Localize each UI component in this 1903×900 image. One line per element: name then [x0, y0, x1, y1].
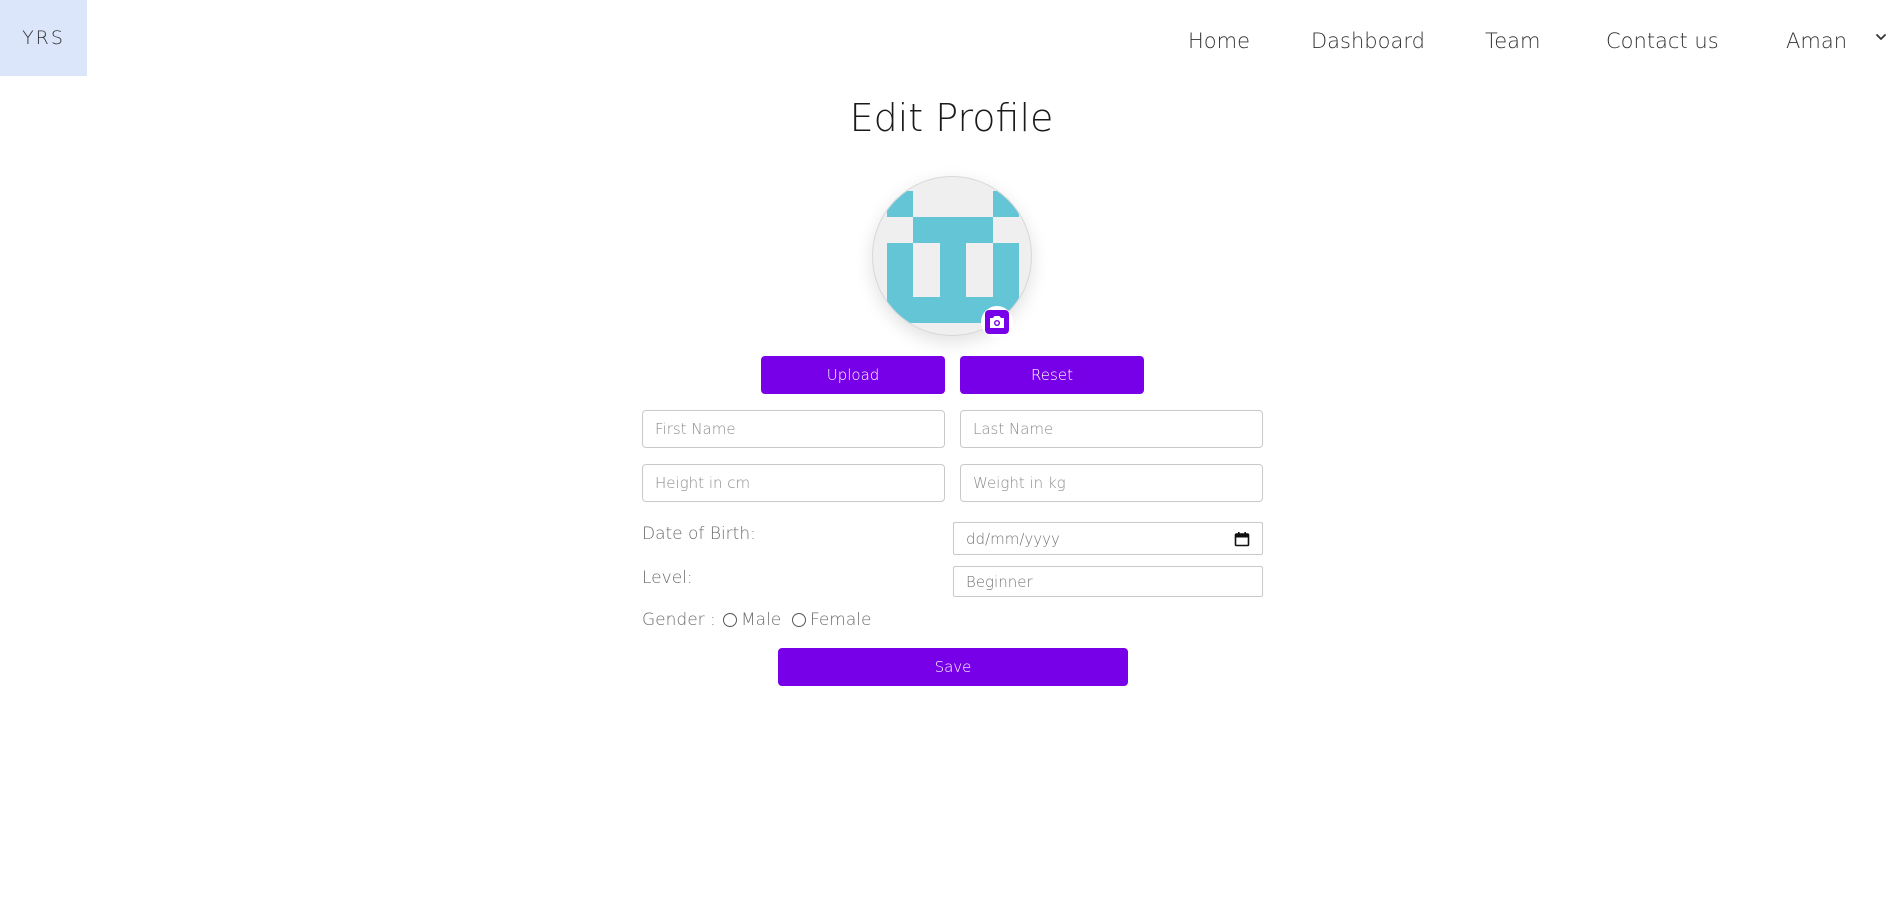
first-name-field[interactable] [642, 410, 945, 448]
nav-contact-us[interactable]: Contact us [1606, 29, 1719, 53]
camera-icon [985, 310, 1009, 334]
calendar-icon[interactable] [1234, 531, 1250, 547]
user-menu-name[interactable]: Aman [1786, 29, 1847, 53]
reset-button[interactable]: Reset [960, 356, 1144, 394]
brand-logo[interactable]: YRS [0, 0, 87, 76]
navbar: YRS Home Dashboard Team Contact us Aman [0, 0, 1903, 76]
save-button[interactable]: Save [778, 648, 1128, 686]
level-selected-value: Beginner [966, 572, 1033, 591]
dob-field[interactable]: dd/mm/yyyy [953, 522, 1263, 555]
gender-female-radio[interactable] [792, 613, 806, 627]
nav-dashboard[interactable]: Dashboard [1311, 29, 1425, 53]
nav-home[interactable]: Home [1188, 29, 1250, 53]
dob-placeholder: dd/mm/yyyy [966, 529, 1060, 548]
level-select[interactable]: Beginner [953, 566, 1263, 597]
height-field[interactable] [642, 464, 945, 502]
gender-female-label[interactable]: Female [810, 610, 871, 630]
gender-male-radio[interactable] [723, 613, 737, 627]
level-label: Level: [642, 568, 693, 588]
dob-label: Date of Birth: [642, 524, 756, 544]
upload-button[interactable]: Upload [761, 356, 945, 394]
weight-field[interactable] [960, 464, 1263, 502]
change-photo-button[interactable] [981, 306, 1013, 338]
nav-team[interactable]: Team [1485, 29, 1541, 53]
chevron-down-icon[interactable] [1874, 30, 1888, 44]
gender-male-label[interactable]: Male [741, 610, 781, 630]
page-title: Edit Profile [849, 96, 1054, 140]
last-name-field[interactable] [960, 410, 1263, 448]
gender-label: Gender : [642, 610, 716, 630]
